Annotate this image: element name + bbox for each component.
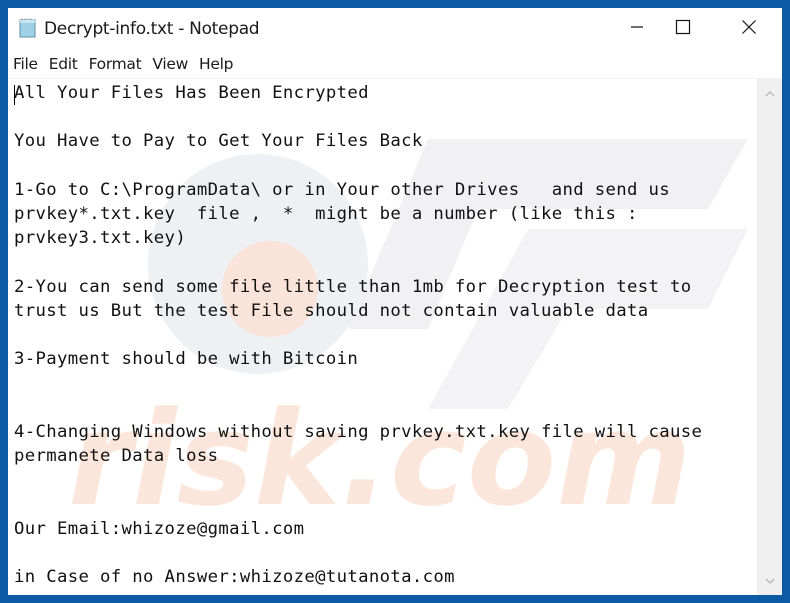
maximize-icon <box>675 19 691 40</box>
document-text[interactable]: All Your Files Has Been Encrypted You Ha… <box>14 81 702 589</box>
menu-format[interactable]: Format <box>84 55 148 73</box>
scroll-down-button[interactable] <box>757 569 782 593</box>
menu-edit[interactable]: Edit <box>44 55 84 73</box>
chevron-down-icon <box>765 572 775 590</box>
vertical-scrollbar[interactable] <box>757 78 782 595</box>
close-button[interactable] <box>720 8 778 50</box>
notepad-window: Decrypt-info.txt - Notepad File Edit For… <box>8 8 782 595</box>
notepad-icon <box>19 18 36 38</box>
menu-view[interactable]: View <box>147 55 194 73</box>
close-icon <box>741 19 757 40</box>
minimize-icon <box>629 19 645 40</box>
scroll-up-button[interactable] <box>757 82 782 106</box>
menu-file[interactable]: File <box>8 55 44 73</box>
menu-bar: File Edit Format View Help <box>8 52 782 76</box>
chevron-up-icon <box>765 85 775 103</box>
window-title: Decrypt-info.txt - Notepad <box>44 19 260 39</box>
menu-help[interactable]: Help <box>194 55 239 73</box>
text-editor[interactable]: risk.com All Your Files Has Been Encrypt… <box>8 78 757 595</box>
title-bar[interactable]: Decrypt-info.txt - Notepad <box>8 8 782 50</box>
maximize-button[interactable] <box>654 8 712 50</box>
